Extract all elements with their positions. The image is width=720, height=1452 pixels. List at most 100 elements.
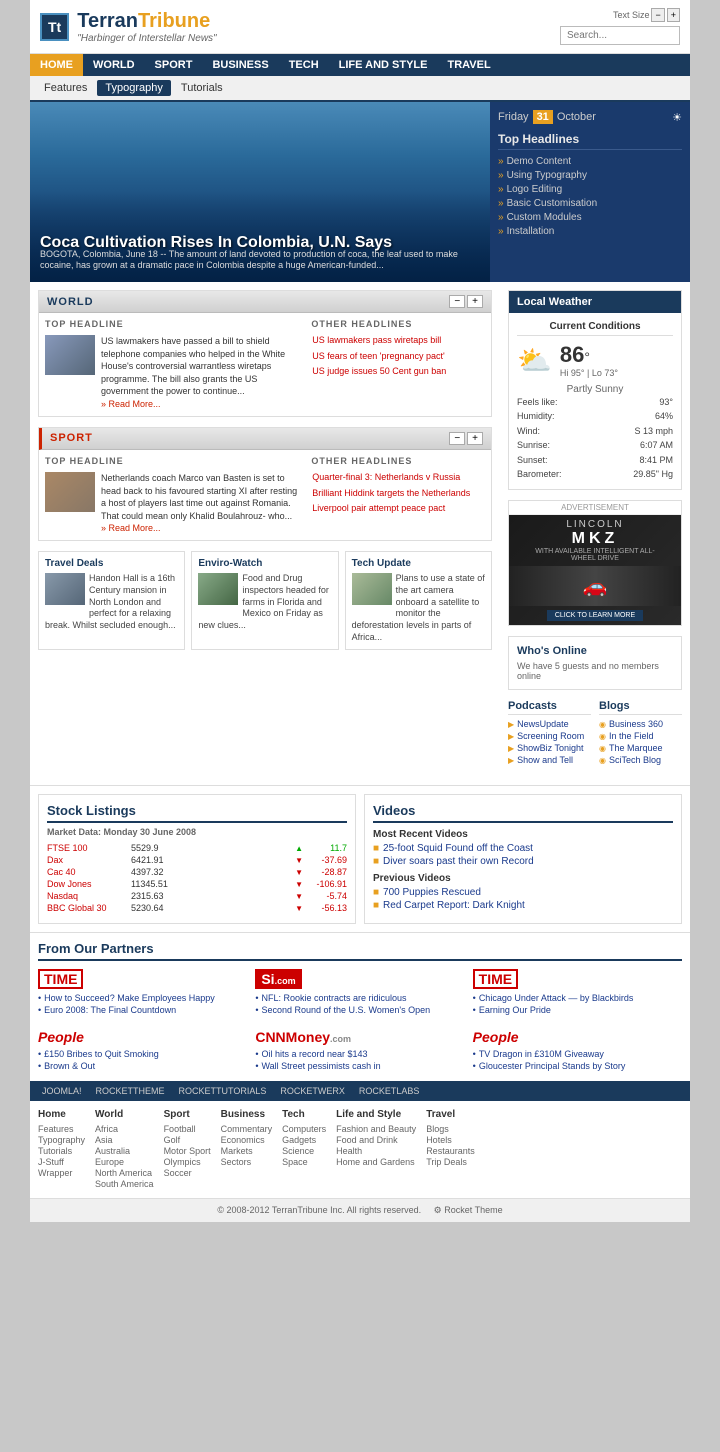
footer-soccer[interactable]: Soccer bbox=[164, 1168, 211, 1178]
search-input[interactable] bbox=[560, 26, 680, 45]
footer-commentary[interactable]: Commentary bbox=[221, 1124, 273, 1134]
blog-4[interactable]: ◉SciTech Blog bbox=[599, 755, 682, 765]
footer-gadgets[interactable]: Gadgets bbox=[282, 1135, 326, 1145]
footer-features[interactable]: Features bbox=[38, 1124, 85, 1134]
text-increase-button[interactable]: + bbox=[667, 8, 680, 22]
sport-other-3[interactable]: Liverpool pair attempt peace pact bbox=[312, 503, 485, 515]
ad-cta-button[interactable]: CLICK TO LEARN MORE bbox=[547, 610, 643, 621]
partner-time-link-2[interactable]: Euro 2008: The Final Countdown bbox=[38, 1005, 247, 1015]
footer-markets[interactable]: Markets bbox=[221, 1146, 273, 1156]
text-size-control: Text Size − + bbox=[613, 8, 680, 22]
footer-australia[interactable]: Australia bbox=[95, 1146, 154, 1156]
footer-rockettheme[interactable]: ROCKETTHEME bbox=[92, 1086, 169, 1096]
podcast-4[interactable]: ▶Show and Tell bbox=[508, 755, 591, 765]
podcast-1[interactable]: ▶NewsUpdate bbox=[508, 719, 591, 729]
video-prev-2[interactable]: ■Red Carpet Report: Dark Knight bbox=[373, 900, 673, 911]
footer-blogs[interactable]: Blogs bbox=[426, 1124, 475, 1134]
footer-europe[interactable]: Europe bbox=[95, 1157, 154, 1167]
videos-title: Videos bbox=[373, 803, 673, 823]
partner-cnn-link-1[interactable]: Oil hits a record near $143 bbox=[255, 1049, 464, 1059]
blog-3[interactable]: ◉The Marquee bbox=[599, 743, 682, 753]
footer-south-america[interactable]: South America bbox=[95, 1179, 154, 1189]
footer-asia[interactable]: Asia bbox=[95, 1135, 154, 1145]
world-other-3[interactable]: US judge issues 50 Cent gun ban bbox=[312, 366, 485, 378]
world-other-2[interactable]: US fears of teen 'pregnancy pact' bbox=[312, 351, 485, 363]
footer-north-america[interactable]: North America bbox=[95, 1168, 154, 1178]
footer-trip-deals[interactable]: Trip Deals bbox=[426, 1157, 475, 1167]
footer-science[interactable]: Science bbox=[282, 1146, 326, 1156]
footer-rocketlabs[interactable]: ROCKETLABS bbox=[355, 1086, 424, 1096]
sport-expand-btn[interactable]: + bbox=[467, 432, 483, 445]
sub-nav-features[interactable]: Features bbox=[36, 80, 95, 96]
partner-time2-link-1[interactable]: Chicago Under Attack — by Blackbirds bbox=[473, 993, 682, 1003]
footer-hotels[interactable]: Hotels bbox=[426, 1135, 475, 1145]
nav-world[interactable]: WORLD bbox=[83, 54, 145, 76]
footer-football[interactable]: Football bbox=[164, 1124, 211, 1134]
hero-subtitle: BOGOTA, Colombia, June 18 -- The amount … bbox=[40, 249, 480, 272]
footer-joomla[interactable]: JOOMLA! bbox=[38, 1086, 86, 1096]
nav-life-style[interactable]: LIFE AND STYLE bbox=[329, 54, 438, 76]
footer-tutorials[interactable]: Tutorials bbox=[38, 1146, 85, 1156]
footer-computers[interactable]: Computers bbox=[282, 1124, 326, 1134]
footer-fashion[interactable]: Fashion and Beauty bbox=[336, 1124, 416, 1134]
footer-jstuff[interactable]: J-Stuff bbox=[38, 1157, 85, 1167]
headline-modules: Custom Modules bbox=[498, 212, 682, 223]
sport-read-more[interactable]: Read More... bbox=[101, 523, 161, 533]
nav-business[interactable]: BUSINESS bbox=[202, 54, 278, 76]
podcast-2[interactable]: ▶Screening Room bbox=[508, 731, 591, 741]
blog-1[interactable]: ◉Business 360 bbox=[599, 719, 682, 729]
footer-olympics[interactable]: Olympics bbox=[164, 1157, 211, 1167]
world-other-1[interactable]: US lawmakers pass wiretaps bill bbox=[312, 335, 485, 347]
blog-2[interactable]: ◉In the Field bbox=[599, 731, 682, 741]
footer-golf[interactable]: Golf bbox=[164, 1135, 211, 1145]
nav-sport[interactable]: SPORT bbox=[145, 54, 203, 76]
footer-restaurants[interactable]: Restaurants bbox=[426, 1146, 475, 1156]
stock-row-dax: Dax 6421.91 ▼ -37.69 bbox=[47, 855, 347, 865]
world-top-label: TOP HEADLINE bbox=[45, 319, 305, 329]
world-read-more[interactable]: Read More... bbox=[101, 399, 161, 409]
footer-rockettutorials[interactable]: ROCKETTUTORIALS bbox=[175, 1086, 271, 1096]
sub-nav-typography[interactable]: Typography bbox=[97, 80, 170, 96]
partner-people-link-1[interactable]: £150 Bribes to Quit Smoking bbox=[38, 1049, 247, 1059]
text-decrease-button[interactable]: − bbox=[651, 8, 664, 22]
partner-time2-link-2[interactable]: Earning Our Pride bbox=[473, 1005, 682, 1015]
nav-travel[interactable]: TRAVEL bbox=[437, 54, 500, 76]
ad-label: ADVERTISEMENT bbox=[509, 501, 681, 515]
sub-nav-tutorials[interactable]: Tutorials bbox=[173, 80, 231, 96]
footer-health[interactable]: Health bbox=[336, 1146, 416, 1156]
footer-home-gardens[interactable]: Home and Gardens bbox=[336, 1157, 416, 1167]
nav-tech[interactable]: TECH bbox=[279, 54, 329, 76]
video-prev-1[interactable]: ■700 Puppies Rescued bbox=[373, 887, 673, 898]
sport-other-1[interactable]: Quarter-final 3: Netherlands v Russia bbox=[312, 472, 485, 484]
nav-home[interactable]: HOME bbox=[30, 54, 83, 76]
footer-typography[interactable]: Typography bbox=[38, 1135, 85, 1145]
partner-people2-link-2[interactable]: Gloucester Principal Stands by Story bbox=[473, 1061, 682, 1071]
footer-col-world: World Africa Asia Australia Europe North… bbox=[95, 1109, 154, 1190]
sport-other-2[interactable]: Brilliant Hiddink targets the Netherland… bbox=[312, 488, 485, 500]
partner-si-link-2[interactable]: Second Round of the U.S. Women's Open bbox=[255, 1005, 464, 1015]
sport-collapse-btn[interactable]: − bbox=[449, 432, 465, 445]
footer-food[interactable]: Food and Drink bbox=[336, 1135, 416, 1145]
footer-wrapper[interactable]: Wrapper bbox=[38, 1168, 85, 1178]
footer-sectors[interactable]: Sectors bbox=[221, 1157, 273, 1167]
footer-motor-sport[interactable]: Motor Sport bbox=[164, 1146, 211, 1156]
footer-rocketwerx[interactable]: ROCKETWERX bbox=[276, 1086, 349, 1096]
partner-si-link-1[interactable]: NFL: Rookie contracts are ridiculous bbox=[255, 993, 464, 1003]
footer-africa[interactable]: Africa bbox=[95, 1124, 154, 1134]
footer-space[interactable]: Space bbox=[282, 1157, 326, 1167]
world-collapse-btn[interactable]: − bbox=[449, 295, 465, 308]
world-expand-btn[interactable]: + bbox=[467, 295, 483, 308]
partner-people-link-2[interactable]: Brown & Out bbox=[38, 1061, 247, 1071]
footer-economics[interactable]: Economics bbox=[221, 1135, 273, 1145]
podcast-3[interactable]: ▶ShowBiz Tonight bbox=[508, 743, 591, 753]
humidity-row: Humidity:64% bbox=[517, 409, 673, 423]
partner-time-link-1[interactable]: How to Succeed? Make Employees Happy bbox=[38, 993, 247, 1003]
video-recent-1[interactable]: ■25-foot Squid Found off the Coast bbox=[373, 843, 673, 854]
partner-cnn-link-2[interactable]: Wall Street pessimists cash in bbox=[255, 1061, 464, 1071]
footer-col-business: Business Commentary Economics Markets Se… bbox=[221, 1109, 273, 1190]
weather-main: ⛅ 86° Hi 95° | Lo 73° bbox=[517, 342, 673, 378]
video-recent-2[interactable]: ■Diver soars past their own Record bbox=[373, 856, 673, 867]
partner-people2-link-1[interactable]: TV Dragon in £310M Giveaway bbox=[473, 1049, 682, 1059]
whos-online: Who's Online We have 5 guests and no mem… bbox=[508, 636, 682, 690]
logo-box: Tt bbox=[40, 13, 69, 41]
